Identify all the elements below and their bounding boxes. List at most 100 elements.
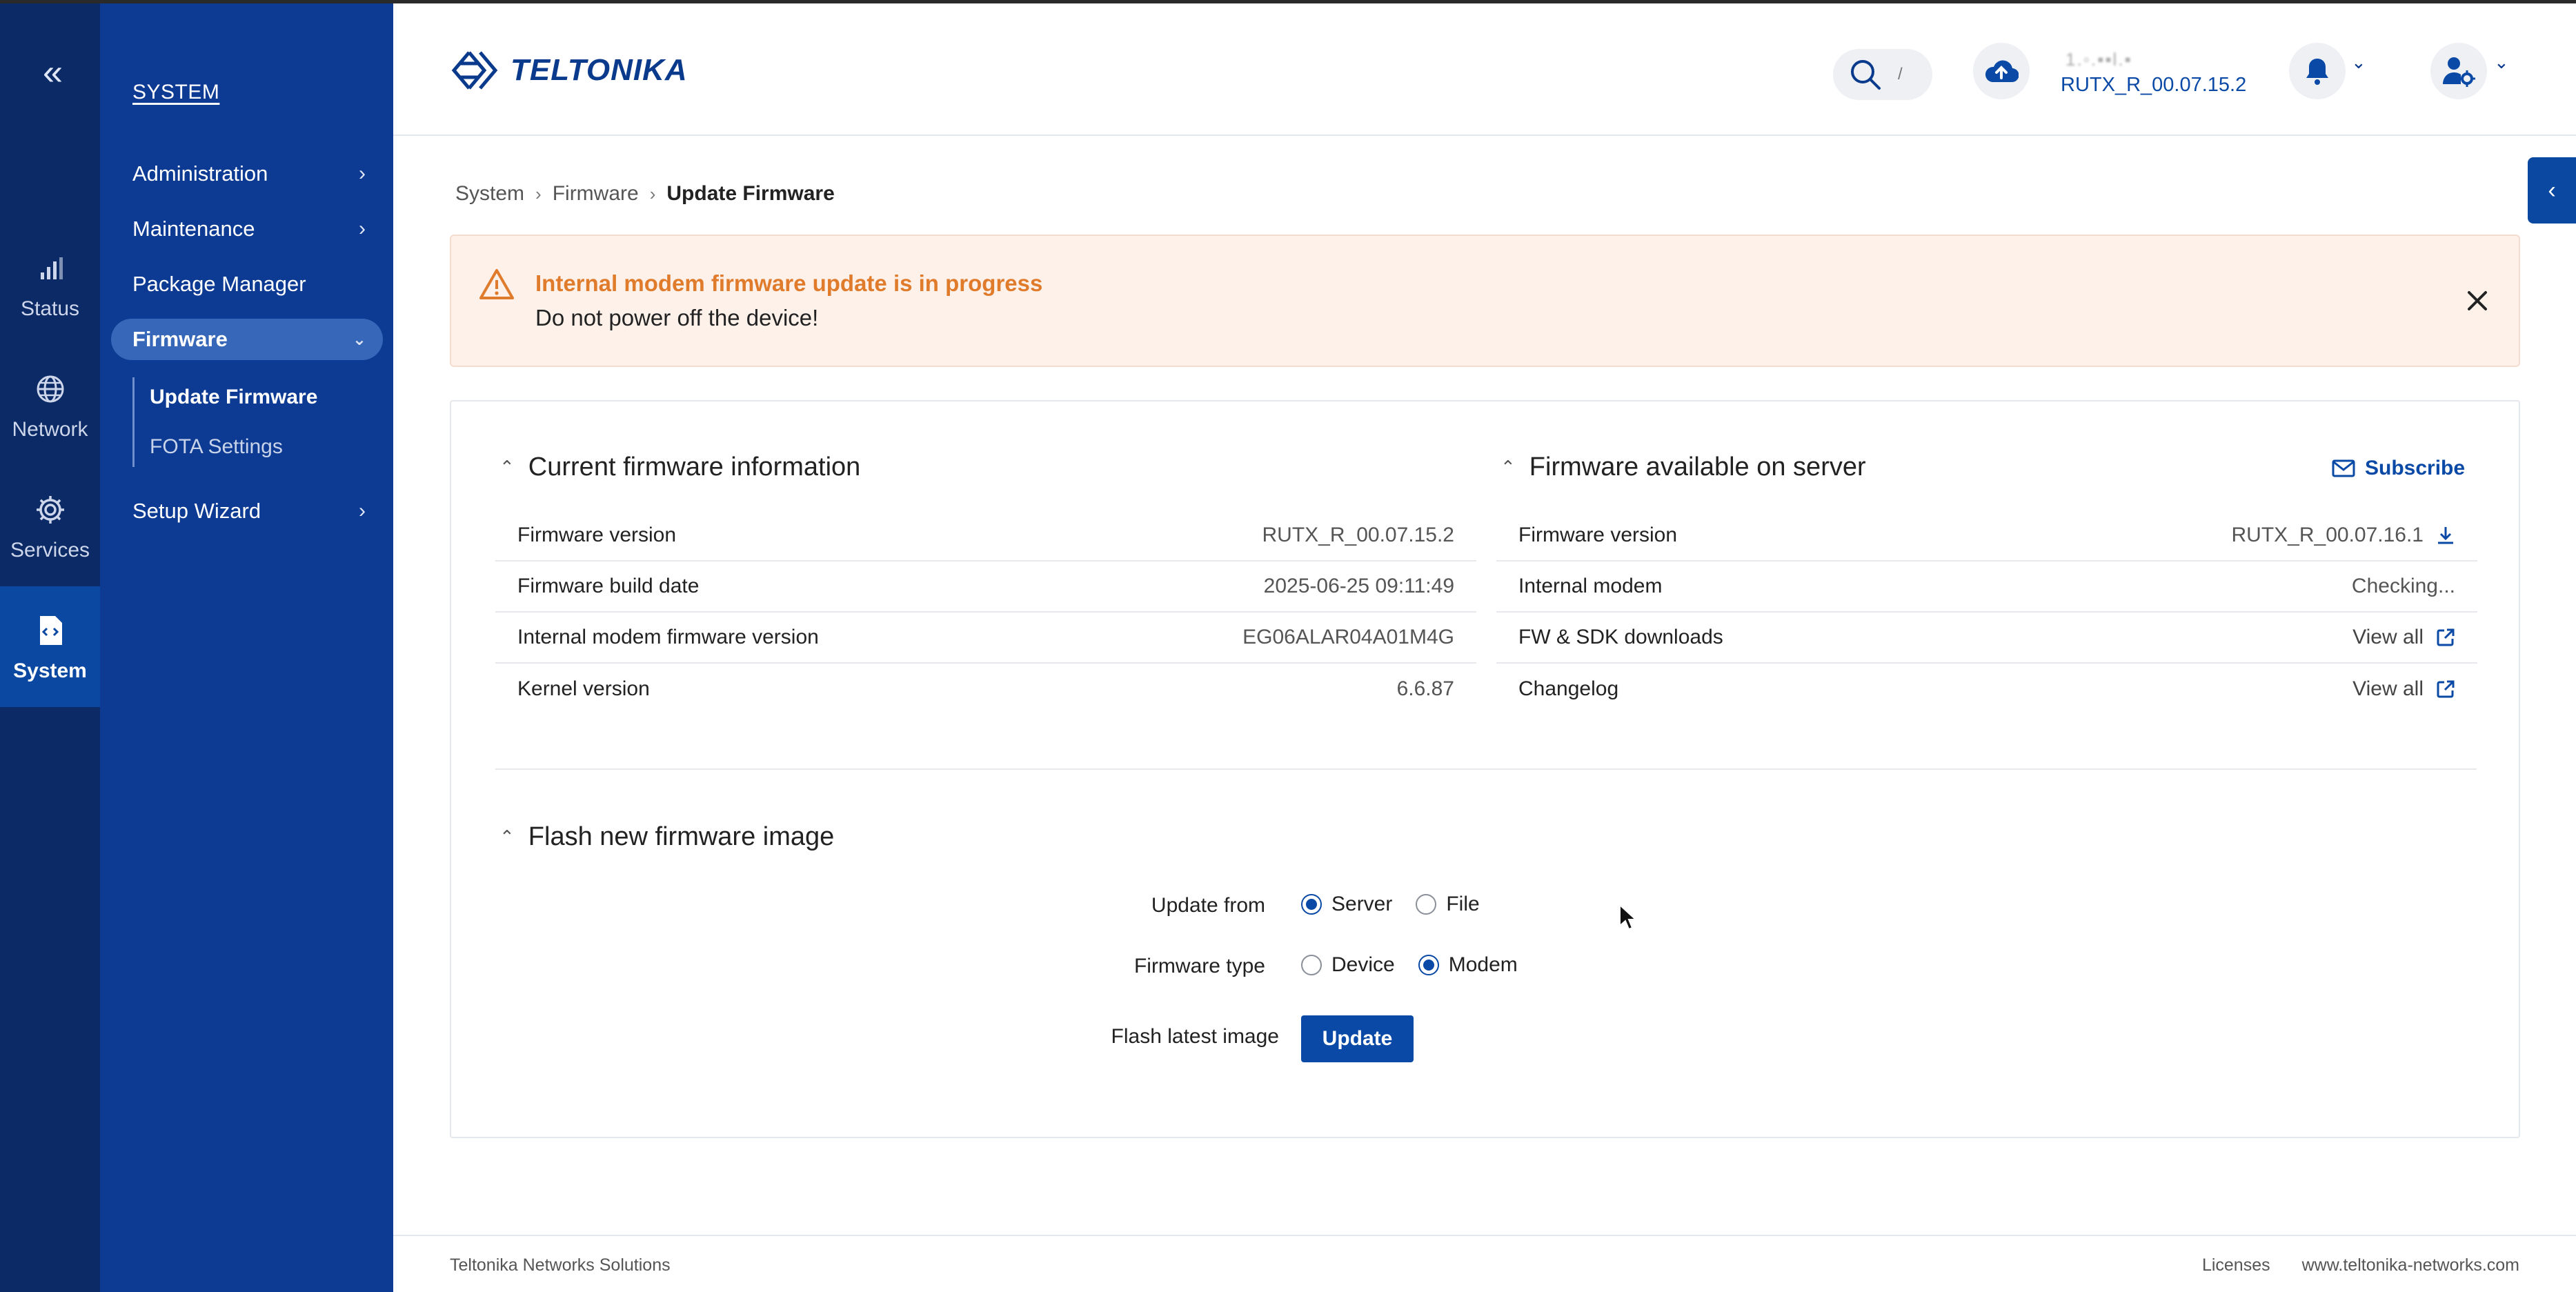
radio-label: Modem <box>1448 953 1518 976</box>
row-value: Checking... <box>2351 575 2455 597</box>
website-link[interactable]: www.teltonika-networks.com <box>2302 1255 2519 1275</box>
firmware-type-device-radio[interactable]: Device <box>1301 953 1395 977</box>
chevron-up-icon: ⌃ <box>499 826 515 847</box>
subnav-item-administration[interactable]: Administration › <box>132 153 367 195</box>
row-value: 2025-06-25 09:11:49 <box>1263 575 1454 597</box>
fw-sdk-view-all-link[interactable]: View all <box>2352 626 2455 649</box>
subscribe-link[interactable]: Subscribe <box>2332 457 2465 480</box>
radio-unchecked[interactable] <box>1301 955 1322 975</box>
subnav-item-label: Setup Wizard <box>132 499 261 523</box>
alert-title: Internal modem firmware update is in pro… <box>535 270 1043 296</box>
notifications-chevron-down-icon[interactable]: ⌄ <box>2351 52 2366 73</box>
radio-unchecked[interactable] <box>1416 894 1437 915</box>
radio-checked[interactable] <box>1418 955 1439 975</box>
server-firmware-section-toggle[interactable]: ⌃ Firmware available on server <box>1500 453 1866 482</box>
table-row: Internal modem firmware version EG06ALAR… <box>495 613 1476 664</box>
table-row: Changelog View all <box>1496 664 2477 715</box>
bell-icon <box>2306 59 2328 85</box>
row-label: Changelog <box>1518 677 1619 700</box>
rail-label-system: System <box>13 659 87 682</box>
subnav-item-update-firmware[interactable]: Update Firmware <box>150 386 317 409</box>
subnav-item-setup-wizard[interactable]: Setup Wizard › <box>132 490 367 532</box>
row-label: Firmware version <box>517 524 677 546</box>
subnav-item-maintenance[interactable]: Maintenance › <box>132 208 367 250</box>
rail-label-network: Network <box>12 417 88 441</box>
subnav-item-label: Administration <box>132 161 268 186</box>
chevron-left-icon: ‹ <box>2548 177 2556 203</box>
firmware-panel: ⌃ Current firmware information ⌃ Firmwar… <box>450 400 2520 1138</box>
user-menu-button[interactable] <box>2430 43 2487 99</box>
update-button[interactable]: Update <box>1301 1015 1414 1062</box>
update-from-radio-group: Server File <box>1301 893 1503 916</box>
alert-text: Do not power off the device! <box>535 305 819 330</box>
server-firmware-version: RUTX_R_00.07.16.1 <box>2231 524 2424 546</box>
chevron-right-icon: › <box>359 162 366 185</box>
footer-links: Licenses www.teltonika-networks.com <box>2202 1255 2519 1275</box>
envelope-icon <box>2332 459 2355 477</box>
chevron-up-icon: ⌃ <box>1500 457 1516 477</box>
current-firmware-title: Current firmware information <box>528 453 861 481</box>
rail-item-system[interactable]: System <box>0 586 100 707</box>
main-rail: « Status Network Services System <box>0 3 100 1292</box>
section-divider <box>495 768 2477 770</box>
breadcrumb: System › Firmware › Update Firmware <box>455 182 835 206</box>
download-icon[interactable] <box>2436 525 2455 546</box>
footer-company: Teltonika Networks Solutions <box>450 1255 671 1275</box>
collapse-menu-icon[interactable]: « <box>0 52 100 93</box>
user-menu-chevron-down-icon[interactable]: ⌄ <box>2494 52 2509 73</box>
header-firmware-version: RUTX_R_00.07.15.2 <box>2061 74 2247 96</box>
cloud-upload-icon <box>1985 60 2019 83</box>
firmware-subitems: Update Firmware FOTA Settings <box>132 377 339 467</box>
radio-label: File <box>1446 893 1480 915</box>
breadcrumb-current: Update Firmware <box>666 182 835 205</box>
flash-firmware-section-toggle[interactable]: ⌃ Flash new firmware image <box>499 822 834 852</box>
update-from-server-radio[interactable]: Server <box>1301 893 1392 916</box>
rail-label-services: Services <box>10 538 90 561</box>
search-shortcut-hint: / <box>1898 65 1903 83</box>
update-from-label: Update from <box>1151 894 1265 917</box>
row-label: Internal modem <box>1518 575 1663 597</box>
teltonika-logo[interactable]: TELTONIKA <box>450 46 688 95</box>
firmware-type-label: Firmware type <box>1133 955 1265 977</box>
row-value: RUTX_R_00.07.15.2 <box>1262 524 1455 546</box>
update-from-file-radio[interactable]: File <box>1416 893 1480 916</box>
breadcrumb-firmware[interactable]: Firmware <box>553 182 639 206</box>
notifications-button[interactable] <box>2289 43 2346 99</box>
current-firmware-table: Firmware version RUTX_R_00.07.15.2 Firmw… <box>495 510 1476 715</box>
radio-checked[interactable] <box>1301 894 1322 915</box>
subnav-title: SYSTEM <box>132 81 220 103</box>
changelog-view-all-link[interactable]: View all <box>2352 677 2455 701</box>
rail-item-network[interactable]: Network <box>0 345 100 466</box>
link-label: View all <box>2352 626 2424 648</box>
chevron-up-icon: ⌃ <box>499 457 515 477</box>
row-label: Firmware version <box>1518 524 1678 546</box>
rail-label-status: Status <box>20 297 80 320</box>
row-label: Kernel version <box>517 677 650 700</box>
rail-item-services[interactable]: Services <box>0 466 100 586</box>
breadcrumb-system[interactable]: System <box>455 182 524 206</box>
breadcrumb-separator-icon: › <box>649 183 656 204</box>
subnav-item-firmware[interactable]: Firmware ⌄ <box>111 319 383 360</box>
side-panel-toggle[interactable]: ‹ <box>2528 157 2576 223</box>
firmware-type-modem-radio[interactable]: Modem <box>1418 953 1518 977</box>
subnav-item-package-manager[interactable]: Package Manager <box>132 264 367 305</box>
firmware-type-radio-group: Device Modem <box>1301 953 1541 977</box>
page-footer: Teltonika Networks Solutions Licenses ww… <box>393 1235 2576 1292</box>
row-value: EG06ALAR04A01M4G <box>1242 626 1454 648</box>
chevron-right-icon: › <box>359 499 366 522</box>
firmware-update-button[interactable] <box>1973 43 2030 99</box>
table-row: FW & SDK downloads View all <box>1496 613 2477 664</box>
close-icon[interactable] <box>2461 284 2494 317</box>
current-firmware-section-toggle[interactable]: ⌃ Current firmware information <box>499 453 860 482</box>
licenses-link[interactable]: Licenses <box>2202 1255 2270 1275</box>
rail-item-status[interactable]: Status <box>0 224 100 345</box>
table-row: Internal modem Checking... <box>1496 561 2477 613</box>
subscribe-label: Subscribe <box>2365 457 2466 479</box>
row-label: Internal modem firmware version <box>517 626 819 648</box>
teltonika-logo-mark-icon <box>451 51 498 90</box>
device-name: 1.◦.▪▪l.▪ <box>2065 49 2132 70</box>
search-button[interactable]: / <box>1833 49 1932 100</box>
radio-label: Server <box>1331 893 1393 915</box>
subnav-item-fota-settings[interactable]: FOTA Settings <box>150 435 283 459</box>
search-icon <box>1851 60 1881 90</box>
